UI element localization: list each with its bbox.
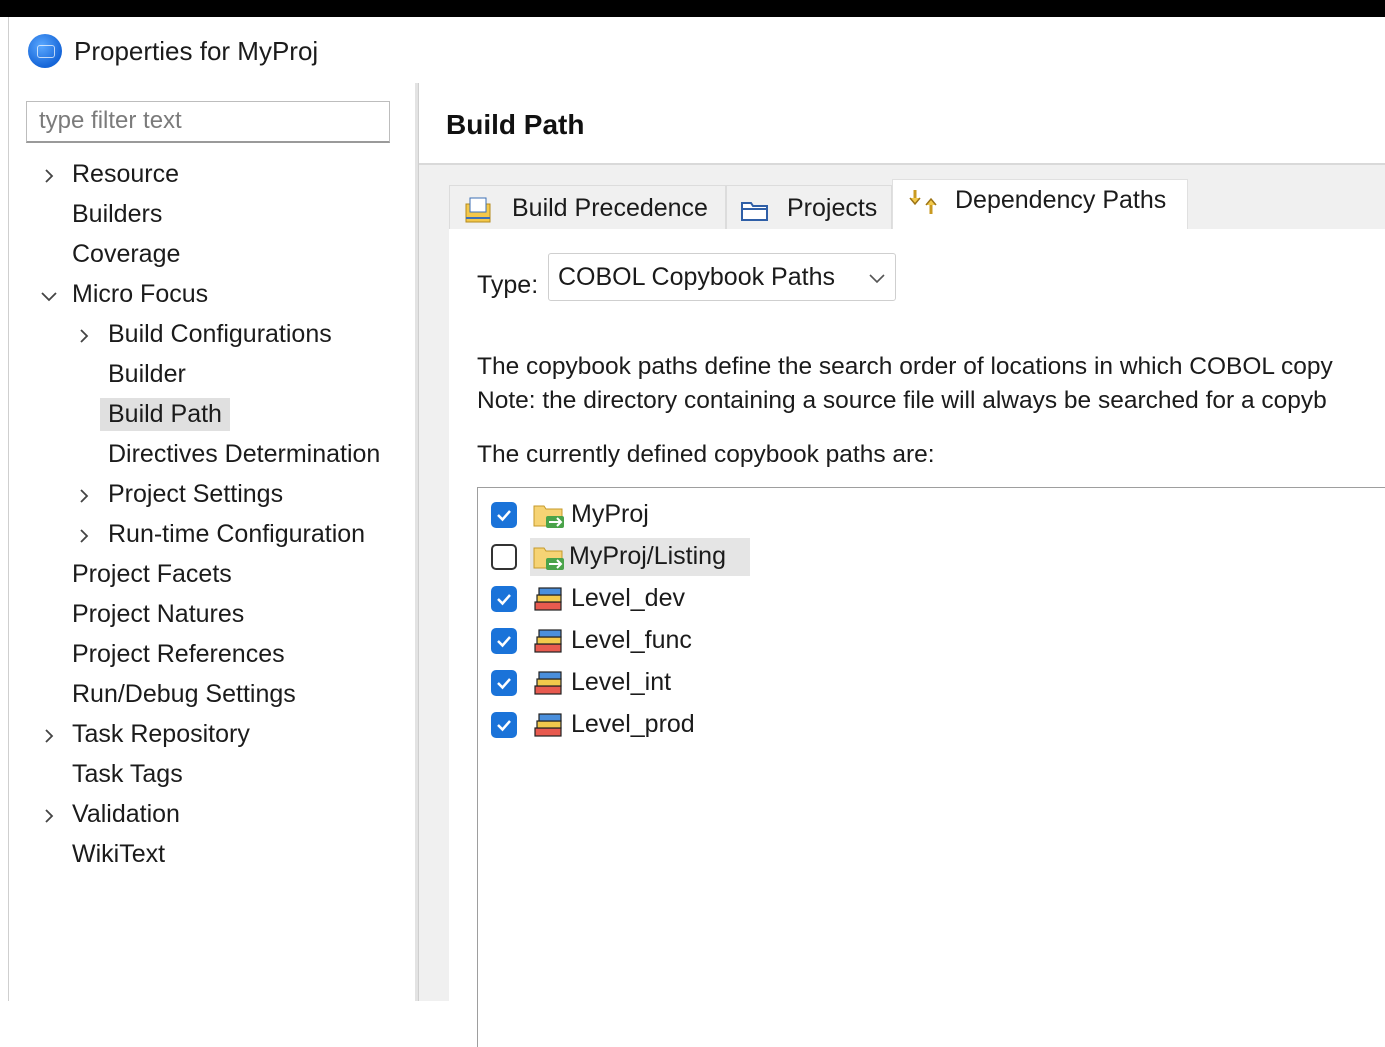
tree-item-label: Run/Debug Settings — [72, 680, 296, 708]
chevron-right-icon[interactable] — [74, 526, 94, 546]
tree-item-wikitext[interactable]: WikiText — [9, 837, 409, 873]
properties-dialog: Properties for MyProj Resource Builders … — [8, 17, 1385, 1047]
tree-item-builder[interactable]: Builder — [9, 357, 409, 393]
paths-list-label: The currently defined copybook paths are… — [477, 441, 935, 468]
tree-item-label: Project References — [72, 640, 285, 668]
window-title: Properties for MyProj — [74, 36, 319, 66]
checkbox-checked[interactable] — [491, 670, 517, 696]
tree-item-resource[interactable]: Resource — [9, 157, 409, 193]
tab-label: Dependency Paths — [955, 186, 1167, 214]
checkbox-checked[interactable] — [491, 586, 517, 612]
filter-box[interactable] — [26, 101, 390, 143]
chevron-right-icon[interactable] — [39, 166, 59, 186]
chevron-right-icon[interactable] — [39, 806, 59, 826]
page-title: Build Path — [446, 109, 585, 140]
folder-icon — [532, 542, 566, 572]
dependency-paths-panel: Type: COBOL Copybook Paths The copybook … — [449, 229, 1385, 1047]
path-label: MyProj/Listing — [569, 542, 726, 570]
description-line-1: The copybook paths define the search ord… — [477, 353, 1333, 380]
tab-dependency-paths[interactable]: Dependency Paths — [892, 179, 1188, 231]
tree-item-run-time-configuration[interactable]: Run-time Configuration — [9, 517, 409, 553]
tree-item-label: Validation — [72, 800, 180, 828]
path-label: Level_func — [571, 626, 692, 654]
right-pane: Build Path Build Precedence Projects Dep… — [419, 83, 1385, 1047]
tree-item-label: Builder — [108, 360, 186, 388]
type-dropdown[interactable]: COBOL Copybook Paths — [548, 253, 896, 301]
list-item[interactable]: Level_int — [478, 662, 1078, 702]
filter-input[interactable] — [37, 102, 381, 140]
library-stack-icon — [532, 626, 566, 656]
checkbox-checked[interactable] — [491, 502, 517, 528]
tree-item-label: Build Path — [100, 398, 230, 431]
copybook-paths-list[interactable]: MyProj MyProj/Listing Level_dev Level_fu… — [477, 487, 1385, 1047]
checkbox-checked[interactable] — [491, 628, 517, 654]
tree-item-label: Project Settings — [108, 480, 284, 508]
tree-item-project-natures[interactable]: Project Natures — [9, 597, 409, 633]
tree-item-label: Directives Determination — [108, 440, 381, 468]
title-bar: Properties for MyProj — [9, 17, 1385, 83]
tree-item-label: Coverage — [72, 240, 181, 268]
tree-item-run-debug-settings[interactable]: Run/Debug Settings — [9, 677, 409, 713]
tree-item-label: Project Facets — [72, 560, 232, 588]
library-stack-icon — [532, 668, 566, 698]
tree-item-validation[interactable]: Validation — [9, 797, 409, 833]
tab-label: Projects — [787, 194, 878, 222]
library-stack-icon — [532, 710, 566, 740]
path-label: Level_int — [571, 668, 672, 696]
top-black-bar — [0, 0, 1385, 17]
list-item[interactable]: Level_prod — [478, 704, 1078, 744]
tree-item-project-references[interactable]: Project References — [9, 637, 409, 673]
tab-label: Build Precedence — [512, 194, 708, 222]
tree-item-micro-focus[interactable]: Micro Focus — [9, 277, 409, 313]
folder-icon — [532, 500, 566, 530]
tree-item-label: Task Tags — [72, 760, 183, 788]
page-header: Build Path — [419, 83, 1385, 165]
path-label: Level_prod — [571, 710, 695, 738]
tree-item-label: Resource — [72, 160, 179, 188]
build-precedence-icon — [462, 194, 494, 226]
tree-item-label: WikiText — [72, 840, 166, 868]
tree-item-label: Project Natures — [72, 600, 245, 628]
dependency-paths-icon — [907, 186, 939, 218]
list-item[interactable]: Level_dev — [478, 578, 1078, 618]
tree-item-coverage[interactable]: Coverage — [9, 237, 409, 273]
tab-projects[interactable]: Projects — [726, 185, 892, 229]
path-label: MyProj — [571, 500, 649, 528]
projects-folder-icon — [739, 194, 771, 226]
path-label: Level_dev — [571, 584, 685, 612]
tree-item-build-configurations[interactable]: Build Configurations — [9, 317, 409, 353]
tree-item-label: Run-time Configuration — [108, 520, 366, 548]
tree-item-project-settings[interactable]: Project Settings — [9, 477, 409, 513]
tree-item-project-facets[interactable]: Project Facets — [9, 557, 409, 593]
library-stack-icon — [532, 584, 566, 614]
tree-item-task-repository[interactable]: Task Repository — [9, 717, 409, 753]
list-item[interactable]: MyProj — [478, 494, 1078, 534]
checkbox-unchecked[interactable] — [491, 544, 517, 570]
tree-item-directives-determination[interactable]: Directives Determination — [9, 437, 409, 473]
tree-item-label: Builders — [72, 200, 163, 228]
chevron-right-icon[interactable] — [39, 726, 59, 746]
eclipse-app-icon — [28, 34, 62, 68]
tree-item-label: Micro Focus — [72, 280, 209, 308]
checkbox-checked[interactable] — [491, 712, 517, 738]
tree-item-builders[interactable]: Builders — [9, 197, 409, 233]
list-item[interactable]: MyProj/Listing — [478, 536, 1078, 576]
tree-item-label: Build Configurations — [108, 320, 332, 348]
tree-item-label: Task Repository — [72, 720, 250, 748]
tree-item-build-path[interactable]: Build Path — [9, 397, 409, 433]
tab-strip: Build Precedence Projects Dependency Pat… — [449, 179, 1385, 231]
left-pane: Resource Builders Coverage Micro Focus B… — [9, 83, 415, 1001]
tree-item-task-tags[interactable]: Task Tags — [9, 757, 409, 793]
list-item[interactable]: Level_func — [478, 620, 1078, 660]
type-label: Type: — [477, 271, 539, 299]
chevron-down-icon[interactable] — [867, 268, 887, 288]
chevron-right-icon[interactable] — [74, 326, 94, 346]
chevron-right-icon[interactable] — [74, 486, 94, 506]
description-line-2: Note: the directory containing a source … — [477, 387, 1327, 414]
type-dropdown-value: COBOL Copybook Paths — [558, 263, 835, 291]
tab-build-precedence[interactable]: Build Precedence — [449, 185, 726, 229]
chevron-down-icon[interactable] — [39, 286, 59, 306]
